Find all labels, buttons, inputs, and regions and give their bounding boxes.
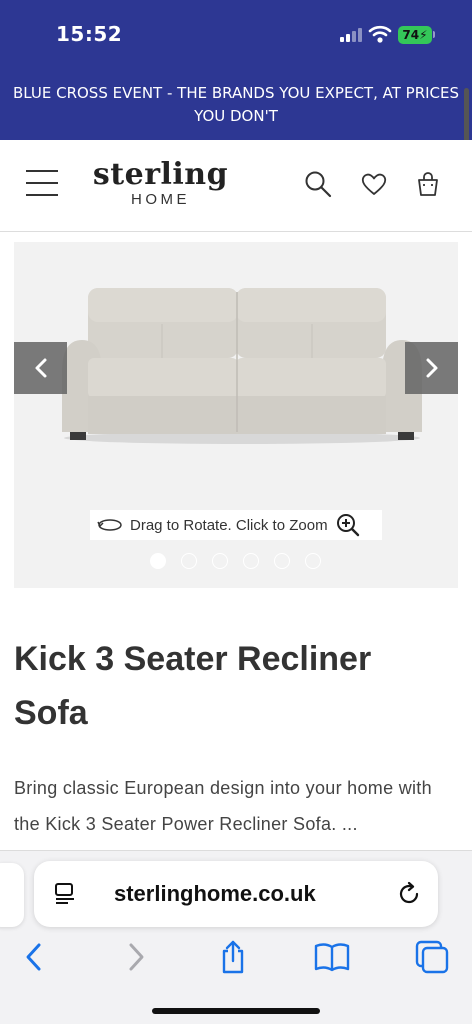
- carousel-dot[interactable]: [212, 553, 228, 569]
- logo-sub-text: HOME: [131, 191, 190, 208]
- carousel-dot[interactable]: [181, 553, 197, 569]
- logo[interactable]: sterling HOME: [88, 158, 233, 208]
- search-icon[interactable]: [304, 170, 332, 198]
- forward-button[interactable]: [116, 937, 156, 977]
- carousel-dots: [150, 553, 321, 569]
- product-description: Bring classic European design into your …: [14, 778, 432, 834]
- chevron-left-icon: [35, 358, 46, 378]
- site-header: sterling HOME: [0, 140, 472, 232]
- battery-tip: [433, 31, 435, 38]
- back-button[interactable]: [14, 937, 54, 977]
- address-bar[interactable]: sterlinghome.co.uk: [34, 861, 438, 927]
- rotate-zoom-hint[interactable]: Drag to Rotate. Click to Zoom: [90, 510, 382, 540]
- zoom-in-icon[interactable]: [336, 513, 360, 537]
- url-text[interactable]: sterlinghome.co.uk: [114, 861, 316, 927]
- wifi-icon: [368, 25, 392, 43]
- logo-main-text: sterling: [92, 157, 229, 192]
- battery-level: 74: [402, 28, 420, 42]
- product-gallery[interactable]: Drag to Rotate. Click to Zoom: [14, 242, 458, 588]
- browser-toolbar: sterlinghome.co.uk: [0, 850, 472, 1024]
- battery-icon: 74 ⚡: [398, 26, 432, 44]
- carousel-dot[interactable]: [274, 553, 290, 569]
- previous-tab-preview[interactable]: [0, 863, 24, 927]
- share-icon: [222, 940, 244, 974]
- chevron-right-icon: [426, 358, 437, 378]
- forward-icon: [129, 943, 144, 971]
- next-image-button[interactable]: [405, 342, 458, 394]
- promo-banner-link[interactable]: BLUE CROSS EVENT - THE BRANDS YOU EXPECT…: [0, 82, 472, 128]
- rotate-icon: [97, 519, 122, 531]
- sofa-image[interactable]: [52, 282, 432, 462]
- carousel-dot[interactable]: [243, 553, 259, 569]
- reader-icon[interactable]: [52, 881, 78, 907]
- back-icon: [26, 943, 41, 971]
- status-time: 15:52: [56, 22, 123, 46]
- product-title: Kick 3 Seater Recliner Sofa: [14, 640, 372, 732]
- rotate-hint-text: Drag to Rotate. Click to Zoom: [130, 516, 328, 534]
- prev-image-button[interactable]: [14, 342, 67, 394]
- top-banner: 15:52 74 ⚡ BLUE CROSS EVENT - THE BRANDS …: [0, 0, 472, 198]
- tabs-icon: [415, 940, 449, 974]
- home-indicator: [152, 1008, 320, 1014]
- bookmarks-icon: [314, 943, 350, 972]
- cellular-signal-icon: [340, 28, 362, 42]
- menu-icon[interactable]: [26, 170, 58, 196]
- carousel-dot[interactable]: [150, 553, 166, 569]
- heart-icon[interactable]: [360, 170, 388, 198]
- reload-icon[interactable]: [396, 881, 422, 907]
- carousel-dot[interactable]: [305, 553, 321, 569]
- share-button[interactable]: [213, 937, 253, 977]
- bag-icon[interactable]: [414, 170, 442, 198]
- bookmarks-button[interactable]: [312, 937, 352, 977]
- tabs-button[interactable]: [412, 937, 452, 977]
